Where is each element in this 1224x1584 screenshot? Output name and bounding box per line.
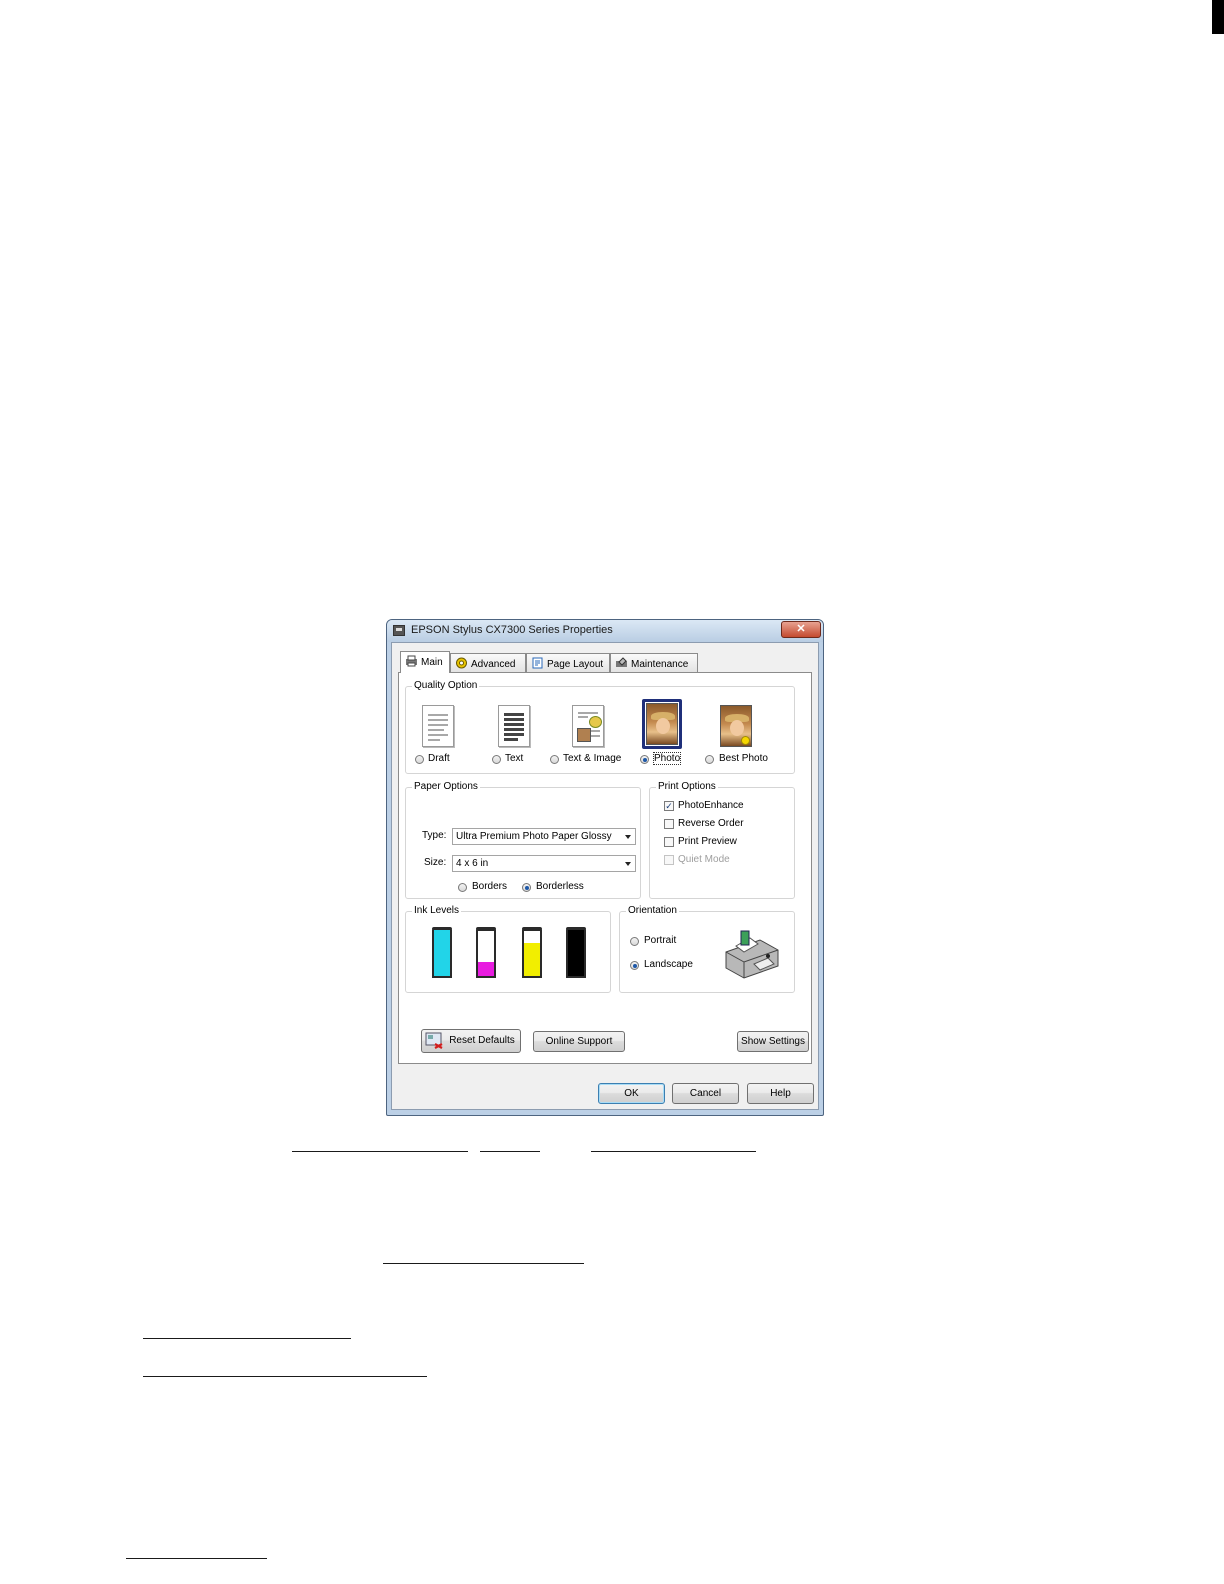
printer-properties-dialog: EPSON Stylus CX7300 Series Properties ✕ … [386, 619, 824, 1116]
tab-label: Page Layout [547, 659, 604, 670]
draft-radio[interactable] [415, 755, 424, 764]
gear-icon [456, 657, 467, 669]
paper-size-value: 4 x 6 in [456, 858, 489, 869]
chevron-down-icon [625, 862, 631, 866]
quality-option-group: Quality Option Draft Text Text & Image P… [405, 680, 795, 774]
type-label: Type: [422, 830, 447, 841]
link-underline[interactable] [383, 1263, 584, 1264]
best-photo-radio[interactable] [705, 755, 714, 764]
size-label: Size: [424, 857, 447, 868]
borders-label: Borders [472, 881, 508, 892]
group-title: Orientation [626, 905, 679, 916]
cancel-label: Cancel [689, 1088, 722, 1099]
layout-icon [532, 657, 543, 669]
photo-quality-icon[interactable] [646, 703, 678, 745]
tab-maintenance[interactable]: Maintenance [610, 653, 698, 672]
print-preview-label: Print Preview [678, 836, 737, 847]
borderless-radio[interactable] [522, 883, 531, 892]
reset-defaults-label: Reset Defaults [449, 1035, 515, 1046]
tab-label: Advanced [471, 659, 516, 670]
photoenhance-label: PhotoEnhance [678, 800, 744, 811]
print-preview-checkbox[interactable] [664, 837, 674, 847]
borders-radio[interactable] [458, 883, 467, 892]
paper-type-value: Ultra Premium Photo Paper Glossy [456, 831, 612, 842]
photo-radio[interactable] [640, 755, 649, 764]
ink-black [566, 927, 586, 978]
reverse-order-checkbox[interactable] [664, 819, 674, 829]
help-label: Help [770, 1088, 791, 1099]
tab-page-layout[interactable]: Page Layout [526, 653, 610, 672]
tab-label: Main [421, 657, 443, 668]
chevron-down-icon [625, 835, 631, 839]
page-edge-marker [1212, 0, 1224, 34]
paper-options-group: Paper Options Type: Ultra Premium Photo … [405, 781, 641, 899]
quiet-mode-checkbox [664, 855, 674, 865]
draft-quality-icon[interactable] [422, 705, 454, 747]
text-image-label: Text & Image [563, 753, 622, 764]
group-title: Paper Options [412, 781, 480, 792]
orientation-group: Orientation Portrait Landscape [619, 905, 795, 993]
ink-cyan [432, 927, 452, 978]
link-underline[interactable] [143, 1338, 351, 1339]
main-tab-panel: Quality Option Draft Text Text & Image P… [398, 672, 812, 1064]
close-button[interactable]: ✕ [781, 621, 821, 638]
ok-button[interactable]: OK [598, 1083, 665, 1104]
quiet-mode-label: Quiet Mode [678, 854, 730, 865]
paper-type-select[interactable]: Ultra Premium Photo Paper Glossy [452, 828, 636, 845]
dialog-client-area: Main Advanced Page Layout Maintenance Qu… [391, 642, 819, 1110]
print-options-group: Print Options ✓ PhotoEnhance Reverse Ord… [649, 781, 795, 899]
cancel-button[interactable]: Cancel [672, 1083, 739, 1104]
ink-levels-group: Ink Levels [405, 905, 611, 993]
photoenhance-checkbox[interactable]: ✓ [664, 801, 674, 811]
online-support-button[interactable]: Online Support [533, 1031, 625, 1052]
landscape-radio[interactable] [630, 961, 639, 970]
reverse-order-label: Reverse Order [678, 818, 744, 829]
link-underline[interactable] [143, 1376, 427, 1377]
link-underline[interactable] [126, 1558, 267, 1559]
close-icon: ✕ [796, 623, 806, 635]
portrait-label: Portrait [644, 935, 677, 946]
photo-label: Photo [652, 752, 682, 765]
portrait-radio[interactable] [630, 937, 639, 946]
ink-yellow [522, 927, 542, 978]
printer-icon [406, 655, 417, 667]
group-title: Quality Option [412, 680, 480, 691]
ok-label: OK [624, 1088, 639, 1099]
ink-magenta [476, 927, 496, 978]
best-photo-label: Best Photo [719, 753, 768, 764]
printer-icon [393, 625, 405, 636]
help-button[interactable]: Help [747, 1083, 814, 1104]
link-underline[interactable] [292, 1151, 468, 1152]
maintenance-icon [616, 657, 627, 667]
reset-defaults-button[interactable]: Reset Defaults [421, 1029, 521, 1053]
text-image-radio[interactable] [550, 755, 559, 764]
online-support-label: Online Support [545, 1036, 613, 1047]
show-settings-label: Show Settings [741, 1036, 805, 1047]
landscape-label: Landscape [644, 959, 693, 970]
link-underline[interactable] [480, 1151, 540, 1152]
text-quality-icon[interactable] [498, 705, 530, 747]
printer-orientation-icon [725, 930, 779, 979]
best-photo-quality-icon[interactable] [720, 705, 752, 747]
text-image-quality-icon[interactable] [572, 705, 604, 747]
text-label: Text [505, 753, 524, 764]
tab-label: Maintenance [631, 659, 689, 670]
tab-main[interactable]: Main [400, 651, 450, 673]
borderless-label: Borderless [536, 881, 584, 892]
tab-advanced[interactable]: Advanced [450, 653, 526, 672]
link-underline[interactable] [591, 1151, 756, 1152]
title-bar[interactable]: EPSON Stylus CX7300 Series Properties ✕ [387, 620, 823, 642]
group-title: Print Options [656, 781, 718, 792]
dialog-title: EPSON Stylus CX7300 Series Properties [411, 624, 613, 636]
star-icon [741, 736, 750, 745]
text-radio[interactable] [492, 755, 501, 764]
reset-icon [425, 1032, 443, 1049]
show-settings-button[interactable]: Show Settings [737, 1031, 809, 1052]
draft-label: Draft [428, 753, 450, 764]
group-title: Ink Levels [412, 905, 462, 916]
paper-size-select[interactable]: 4 x 6 in [452, 855, 636, 872]
